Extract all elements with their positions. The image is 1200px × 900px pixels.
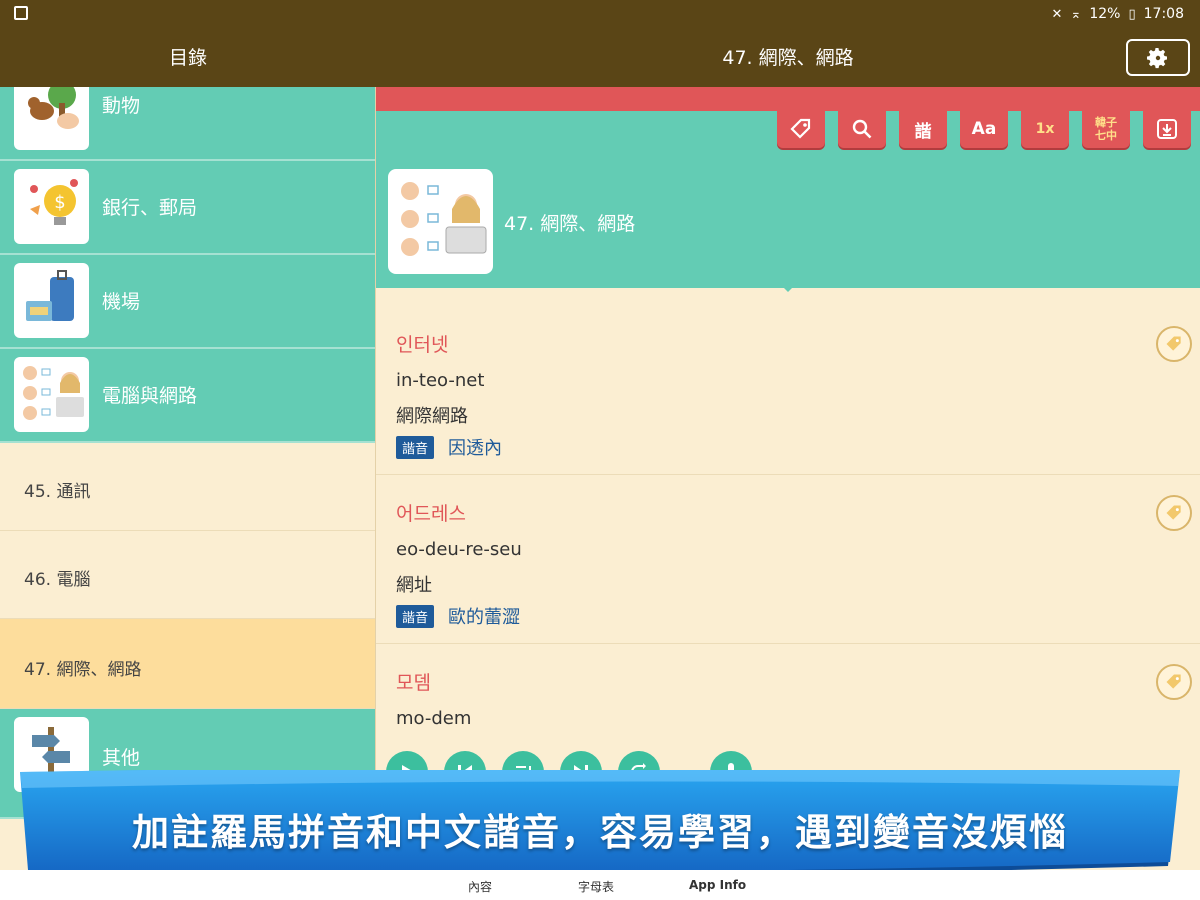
sidebar-item-airport[interactable]: 機場 — [0, 255, 376, 349]
screenshot-notification-icon — [14, 6, 28, 20]
sidebar-item-animals[interactable]: 動物 — [0, 87, 376, 161]
lesson-title: 47. 網際、網路 — [504, 213, 636, 235]
battery-icon: ▯ — [1128, 6, 1136, 22]
clock: 17:08 — [1143, 6, 1184, 22]
sidebar: 動物 $ 銀行、郵局 機場 電腦與網路 45. 通訊 46. 電腦 47. 網際… — [0, 87, 376, 847]
bank-thumbnail: $ — [14, 169, 89, 244]
chinese-phonetic: 因透內 — [448, 438, 502, 459]
bookmark-tag-button[interactable] — [1156, 326, 1192, 362]
sidebar-item-label: 電腦與網路 — [102, 385, 198, 407]
search-button[interactable] — [838, 110, 886, 148]
language-toggle-button[interactable]: 韓子 七中 — [1082, 110, 1130, 148]
tab-alphabet[interactable]: 字母表 — [578, 878, 614, 895]
gear-icon — [1147, 47, 1167, 68]
sidebar-item-label: 機場 — [102, 291, 141, 313]
main-content: 諧 Aa 1x 韓子 七中 47. 網際、網路 인터넷 in-teo-net 網… — [376, 87, 1200, 847]
tag-button[interactable] — [777, 110, 825, 148]
tag-icon — [790, 118, 811, 139]
bottom-tab-bar: 內容 字母表 App Info — [0, 870, 1200, 900]
tag-icon — [1166, 674, 1181, 689]
status-bar: ✕ ⌅ 12% ▯ 17:08 — [0, 0, 1200, 30]
lesson-item-46[interactable]: 46. 電腦 — [0, 531, 376, 619]
download-icon — [1157, 119, 1177, 139]
status-right: ✕ ⌅ 12% ▯ 17:08 — [1052, 6, 1184, 22]
computer-network-thumbnail — [14, 357, 89, 432]
vocab-entry[interactable]: 인터넷 in-teo-net 網際網路 諧音 因透內 — [376, 288, 1200, 475]
app-header: 目錄 47. 網際、網路 — [0, 30, 1200, 87]
tab-contents[interactable]: 內容 — [468, 878, 492, 895]
chinese-meaning: 網址 — [396, 575, 432, 596]
sidebar-item-label: 動物 — [102, 95, 141, 117]
speed-button[interactable]: 1x — [1021, 110, 1069, 148]
search-icon — [852, 119, 872, 139]
svg-text:$: $ — [54, 192, 65, 213]
language-bottom-label: 七中 — [1095, 129, 1117, 142]
font-size-button[interactable]: Aa — [960, 110, 1008, 148]
korean-word: 어드레스 — [396, 503, 466, 525]
wifi-icon: ⌅ — [1070, 6, 1082, 22]
page-title: 47. 網際、網路 — [722, 47, 854, 69]
settings-button[interactable] — [1126, 39, 1190, 76]
tag-icon — [1166, 505, 1181, 520]
lesson-item-47[interactable]: 47. 網際、網路 — [0, 619, 376, 709]
banner-text: 加註羅馬拼音和中文諧音，容易學習，遇到變音沒煩惱 — [132, 811, 1068, 854]
korean-word: 인터넷 — [396, 334, 449, 356]
airport-thumbnail — [14, 263, 89, 338]
lesson-thumbnail — [388, 169, 493, 274]
sidebar-item-bank-post[interactable]: $ 銀行、郵局 — [0, 161, 376, 255]
romanization: in-teo-net — [396, 370, 485, 391]
speed-label: 1x — [1035, 121, 1055, 137]
lesson-label: 46. 電腦 — [24, 570, 91, 590]
bookmark-tag-button[interactable] — [1156, 664, 1192, 700]
lesson-label: 47. 網際、網路 — [24, 660, 142, 680]
font-size-label: Aa — [971, 119, 997, 139]
vocab-entry[interactable]: 어드레스 eo-deu-re-seu 網址 諧音 歐的蕾澀 — [376, 475, 1200, 644]
bookmark-tag-button[interactable] — [1156, 495, 1192, 531]
phonetic-toggle-button[interactable]: 諧 — [899, 110, 947, 148]
animals-thumbnail — [14, 87, 89, 150]
language-top-label: 韓子 — [1095, 116, 1117, 129]
top-strip — [376, 87, 1200, 111]
tab-app-info[interactable]: App Info — [689, 878, 746, 892]
lesson-label: 45. 通訊 — [24, 482, 91, 502]
romanization: eo-deu-re-seu — [396, 539, 522, 560]
chinese-meaning: 網際網路 — [396, 406, 468, 427]
mute-icon: ✕ — [1051, 6, 1063, 22]
lesson-item-45[interactable]: 45. 通訊 — [0, 443, 376, 531]
phonetic-label: 諧 — [914, 121, 932, 142]
tag-icon — [1166, 336, 1181, 351]
korean-word: 모뎀 — [396, 672, 431, 694]
sidebar-title: 目錄 — [168, 47, 207, 69]
sidebar-item-computer-network[interactable]: 電腦與網路 — [0, 349, 376, 443]
phonetic-badge: 諧音 — [396, 436, 435, 459]
chinese-phonetic: 歐的蕾澀 — [448, 607, 520, 628]
sidebar-item-label: 其他 — [102, 747, 141, 769]
sidebar-item-label: 銀行、郵局 — [102, 197, 198, 219]
battery-percent: 12% — [1089, 6, 1121, 22]
phonetic-badge: 諧音 — [396, 605, 435, 628]
romanization: mo-dem — [396, 708, 472, 729]
download-button[interactable] — [1143, 110, 1191, 148]
